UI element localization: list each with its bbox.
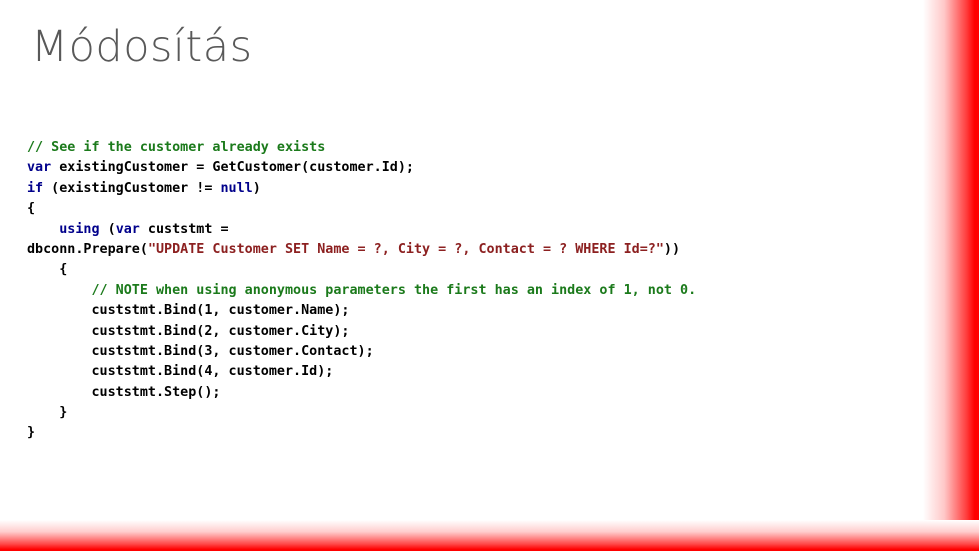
code-line: // NOTE when using anonymous parameters …	[27, 281, 927, 301]
code-line: custstmt.Bind(2, customer.City);	[27, 322, 927, 342]
code-token-cm: // See if the customer already exists	[27, 140, 326, 155]
code-line: {	[27, 260, 927, 280]
code-line: if (existingCustomer != null)	[27, 179, 927, 199]
red-gradient-band-right-icon	[923, 0, 979, 551]
code-line: dbconn.Prepare("UPDATE Customer SET Name…	[27, 240, 927, 260]
code-token-kw: var	[115, 221, 140, 237]
code-token-id: custstmt.Step();	[91, 384, 221, 400]
code-token-str: "UPDATE Customer SET Name = ?, City = ?,…	[147, 241, 664, 257]
code-token-id: (	[99, 221, 116, 237]
page-title: Módosítás	[31, 22, 253, 72]
code-token-kw: if	[27, 180, 44, 196]
slide-canvas: Módosítás // See if the customer already…	[0, 0, 979, 551]
code-line: {	[27, 199, 927, 219]
code-token-cm: // NOTE when using anonymous parameters …	[91, 282, 697, 298]
code-token-id: {	[27, 201, 36, 217]
code-token-id: custstmt.Bind(4, customer.Id);	[91, 364, 334, 380]
code-token-id: custstmt.Bind(3, customer.Contact);	[91, 343, 374, 359]
code-token-id: (existingCustomer !=	[43, 180, 221, 196]
code-line: custstmt.Step();	[27, 383, 927, 403]
code-token-id: custstmt.Bind(1, customer.Name);	[91, 303, 350, 319]
code-token-id: ))	[663, 241, 681, 257]
code-line: custstmt.Bind(1, customer.Name);	[27, 301, 927, 321]
code-line: custstmt.Bind(3, customer.Contact);	[27, 342, 927, 362]
code-line: // See if the customer already exists	[27, 138, 927, 158]
code-line: var existingCustomer = GetCustomer(custo…	[27, 158, 927, 178]
code-token-kw: var	[27, 160, 52, 176]
code-token-kw: null	[220, 180, 253, 196]
red-gradient-band-bottom-icon	[0, 520, 979, 551]
code-line: }	[27, 403, 927, 423]
code-token-id: }	[59, 405, 68, 421]
code-line: }	[27, 423, 927, 443]
code-block: // See if the customer already exists var…	[27, 138, 927, 444]
code-token-kw: using	[59, 221, 100, 237]
code-token-id: custstmt =	[139, 221, 229, 237]
code-token-id: custstmt.Bind(2, customer.City);	[91, 323, 350, 339]
code-token-id: {	[59, 262, 68, 278]
code-line: using (var custstmt =	[27, 220, 927, 240]
code-token-id: }	[27, 425, 36, 441]
code-token-id: dbconn.Prepare(	[27, 241, 148, 257]
code-token-id: existingCustomer = GetCustomer(customer.…	[51, 160, 414, 176]
code-line: custstmt.Bind(4, customer.Id);	[27, 362, 927, 382]
code-token-id: )	[252, 180, 261, 196]
